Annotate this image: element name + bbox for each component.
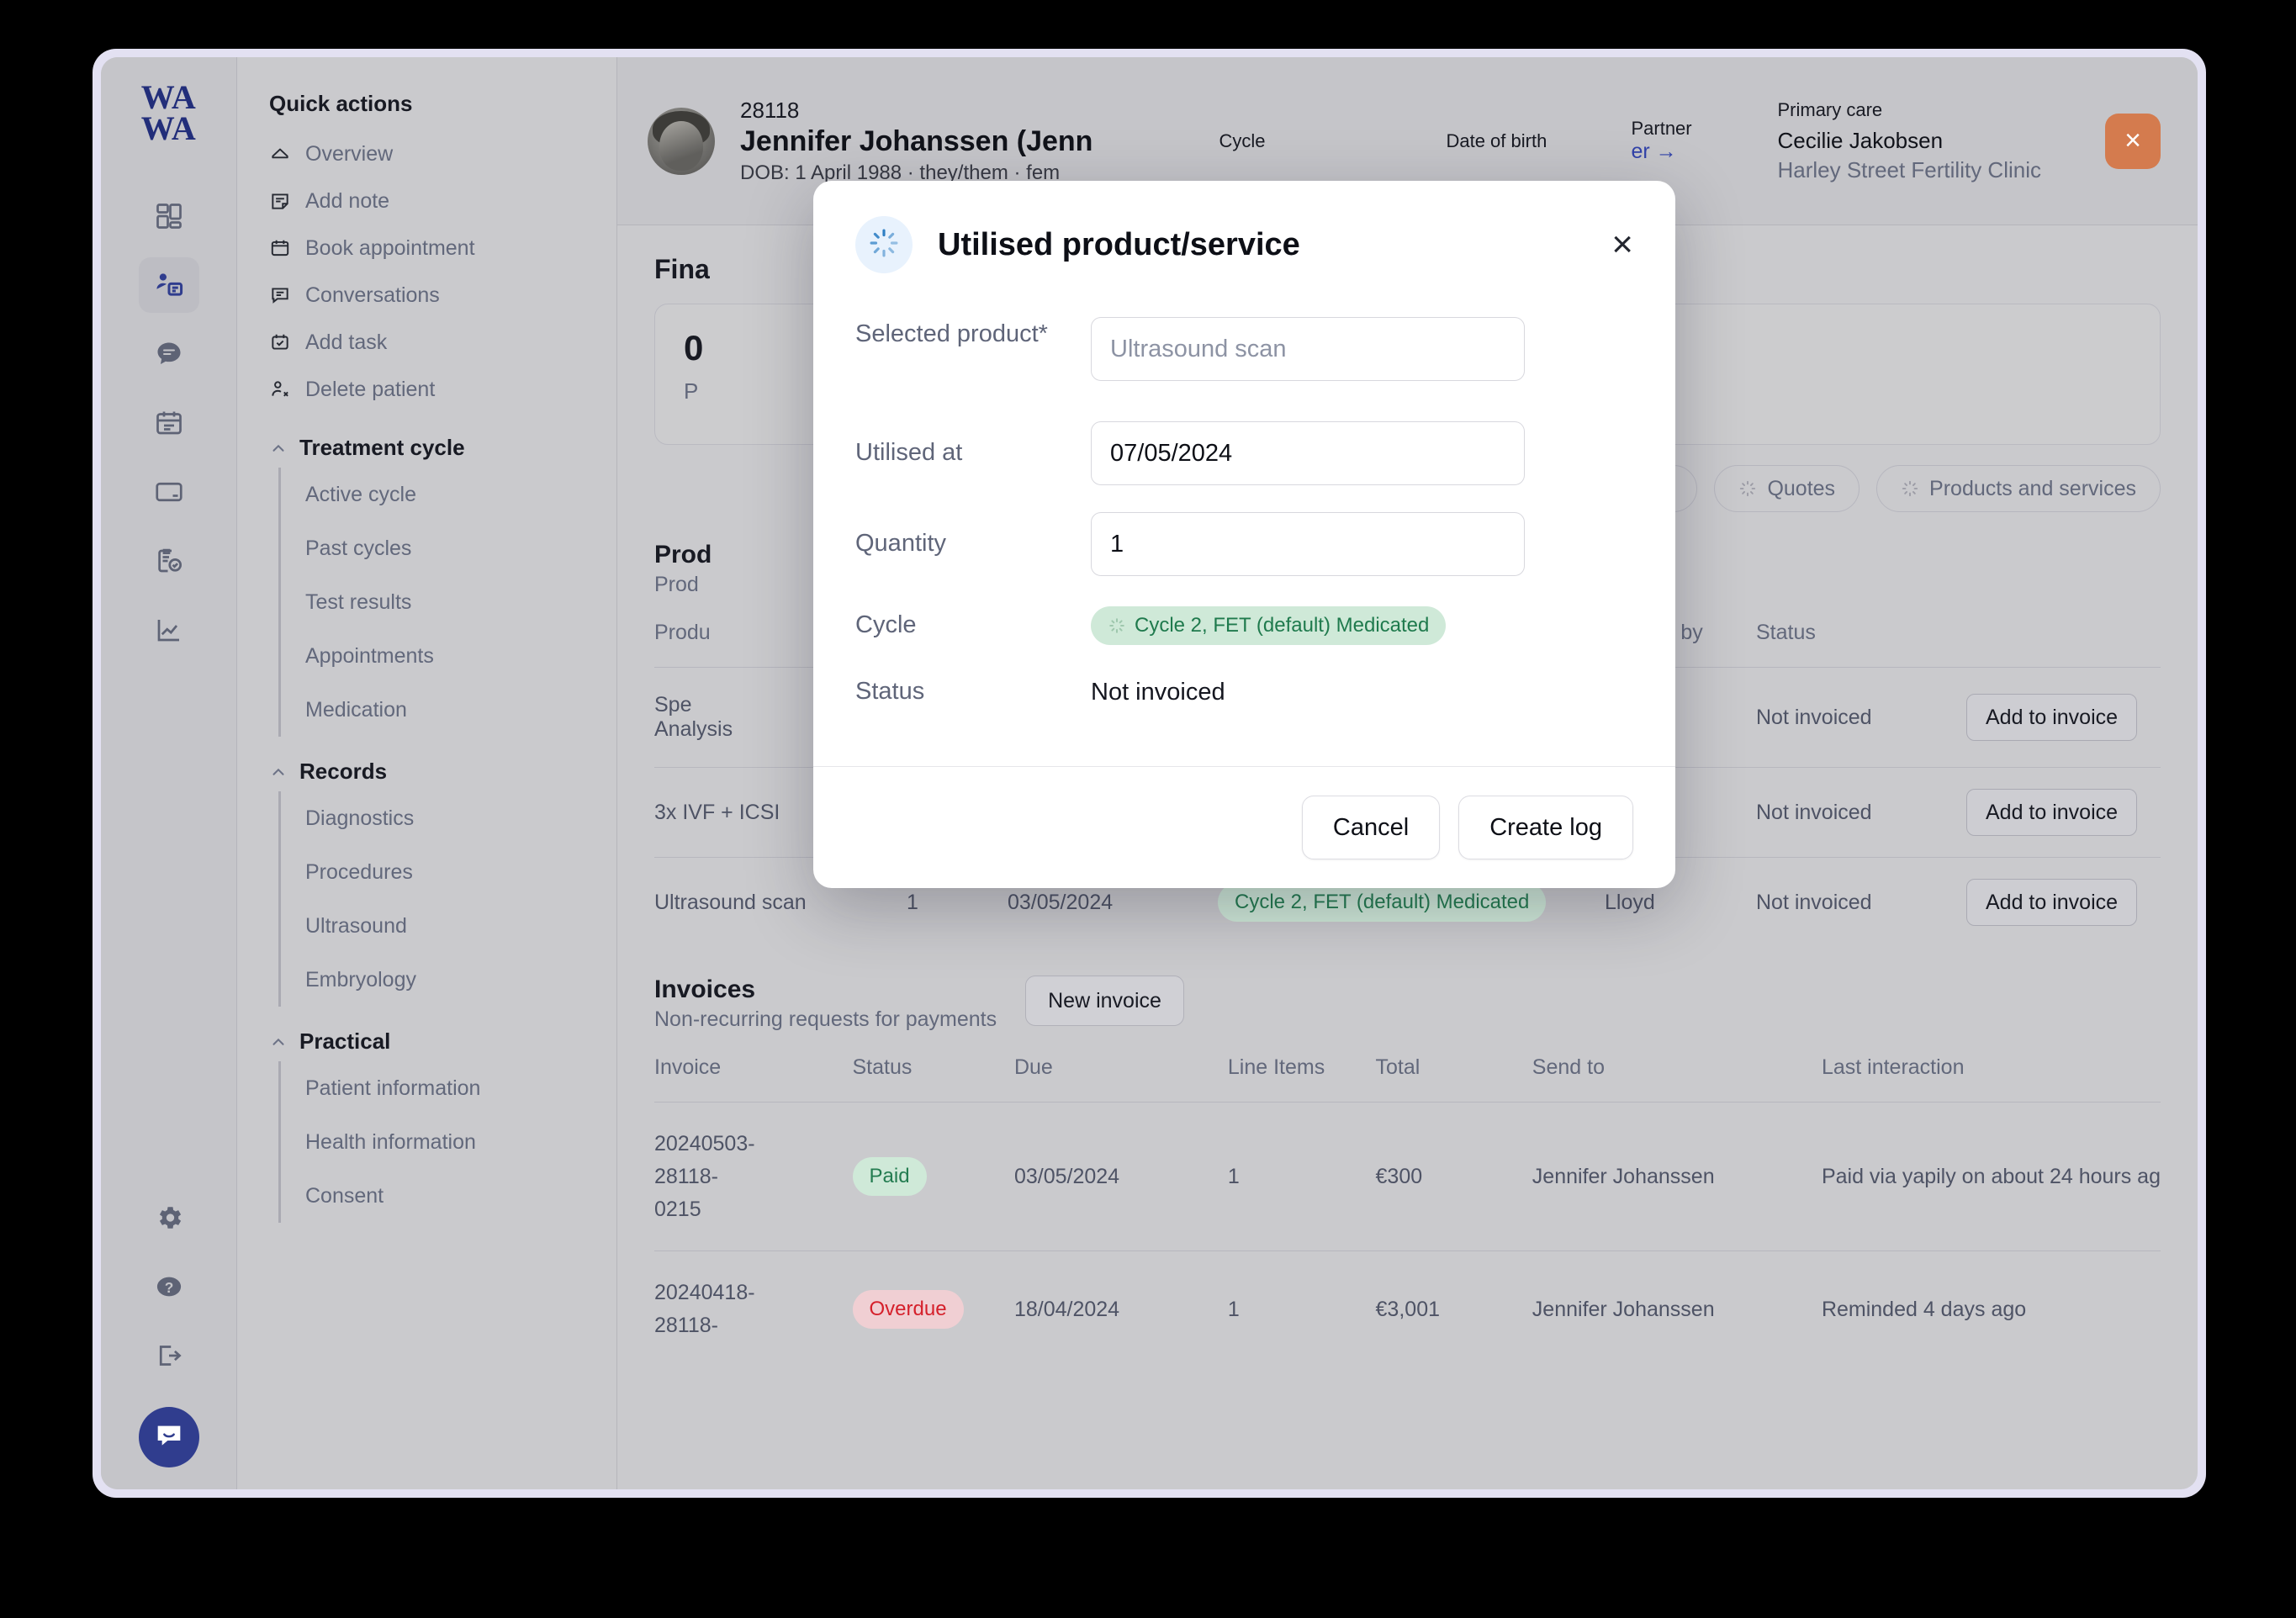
utilised-at-input[interactable]: 07/05/2024	[1091, 421, 1525, 485]
cycle-badge-label: Cycle 2, FET (default) Medicated	[1135, 614, 1430, 637]
selected-product-control: Ultrasound scan	[1091, 317, 1525, 381]
loading-spinner-icon	[1108, 616, 1126, 635]
app-root: WA WA ? Quick actions Overview Add note …	[101, 57, 2198, 1489]
selected-product-label: Selected product*	[855, 317, 1091, 352]
close-icon[interactable]: ×	[1611, 226, 1633, 263]
selected-product-label-text: Selected product	[855, 320, 1039, 347]
app-window: WA WA ? Quick actions Overview Add note …	[93, 49, 2206, 1498]
status-label: Status	[855, 678, 925, 706]
cycle-control: Cycle 2, FET (default) Medicated	[1091, 606, 1525, 645]
status-value: Not invoiced	[1091, 678, 1225, 706]
form-row-utilised-at: Utilised at 07/05/2024	[855, 408, 1633, 499]
modal-header: Utilised product/service ×	[813, 181, 1675, 299]
utilised-at-control: 07/05/2024	[1091, 421, 1525, 485]
form-row-selected-product: Selected product* Ultrasound scan	[855, 317, 1633, 408]
loading-spinner-icon	[868, 227, 900, 263]
selected-product-input[interactable]: Ultrasound scan	[1091, 317, 1525, 381]
modal-footer: Cancel Create log	[813, 766, 1675, 888]
cycle-label: Cycle	[855, 611, 917, 639]
form-row-quantity: Quantity 1	[855, 499, 1633, 590]
quantity-label: Quantity	[855, 530, 946, 558]
form-row-cycle: Cycle Cycle 2, FET (default) Medicated	[855, 590, 1633, 662]
status-control: Not invoiced	[1091, 679, 1525, 706]
form-row-status: Status Not invoiced	[855, 662, 1633, 722]
modal-title: Utilised product/service	[938, 226, 1300, 262]
cancel-button[interactable]: Cancel	[1301, 796, 1441, 859]
utilised-at-label: Utilised at	[855, 439, 963, 467]
quantity-control: 1	[1091, 512, 1525, 576]
create-log-button[interactable]: Create log	[1458, 796, 1633, 859]
utilised-product-modal: Utilised product/service × Selected prod…	[813, 181, 1675, 888]
quantity-input[interactable]: 1	[1091, 512, 1525, 576]
cycle-badge: Cycle 2, FET (default) Medicated	[1091, 606, 1447, 645]
modal-body: Selected product* Ultrasound scan Utilis…	[813, 299, 1675, 766]
modal-icon-badge	[855, 216, 913, 273]
modal-overlay: Utilised product/service × Selected prod…	[101, 57, 2198, 1489]
required-marker: *	[1038, 320, 1048, 347]
